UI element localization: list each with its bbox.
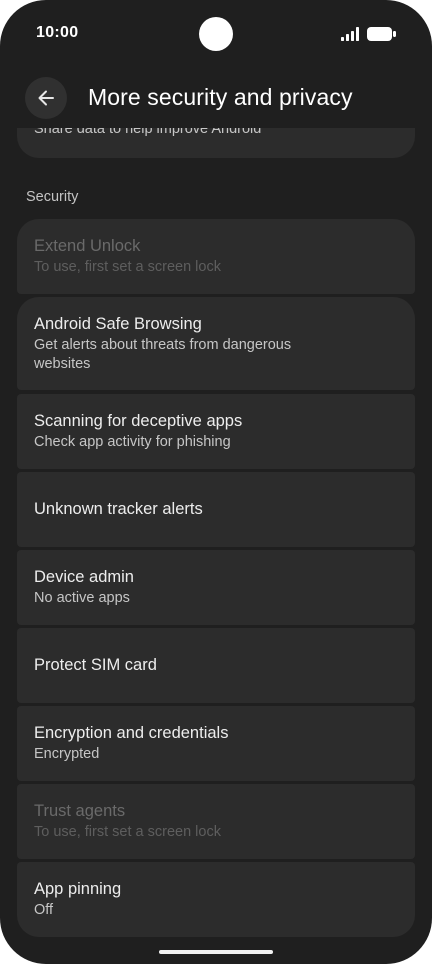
signal-icon [341, 27, 359, 41]
item-summary: No active apps [34, 590, 130, 606]
item-title: Device admin [34, 568, 134, 586]
item-summary: Encrypted [34, 746, 100, 762]
back-button[interactable] [25, 77, 67, 119]
home-indicator[interactable] [159, 950, 273, 954]
item-title: Extend Unlock [34, 237, 141, 255]
item-summary: To use, first set a screen lock [34, 259, 221, 275]
item-summary: Check app activity for phishing [34, 434, 231, 450]
item-title: Protect SIM card [34, 656, 157, 674]
trust-agents-item[interactable]: Trust agents To use, first set a screen … [17, 784, 415, 859]
item-title: Encryption and credentials [34, 724, 229, 742]
phone-screen: 10:00 More security and privacy Share da… [0, 0, 432, 964]
protect-sim-card-item[interactable]: Protect SIM card [17, 628, 415, 703]
status-time: 10:00 [36, 24, 79, 41]
section-header-security: Security [26, 189, 79, 205]
item-title: Unknown tracker alerts [34, 500, 203, 518]
item-summary: To use, first set a screen lock [34, 824, 221, 840]
settings-list[interactable]: Share data to help improve Android Secur… [0, 128, 432, 940]
front-camera-cutout [199, 17, 233, 51]
item-title: Trust agents [34, 802, 126, 820]
page-title: More security and privacy [88, 84, 353, 110]
unknown-tracker-alerts-item[interactable]: Unknown tracker alerts [17, 472, 415, 547]
deceptive-apps-scanning-item[interactable]: Scanning for deceptive apps Check app ac… [17, 394, 415, 469]
share-data-summary: Share data to help improve Android [34, 128, 262, 137]
item-title: App pinning [34, 880, 122, 898]
android-safe-browsing-item[interactable]: Android Safe Browsing Get alerts about t… [17, 297, 415, 390]
encryption-credentials-item[interactable]: Encryption and credentials Encrypted [17, 706, 415, 781]
item-summary: Get alerts about threats from dangerous … [34, 336, 292, 372]
battery-icon [367, 27, 396, 41]
arrow-left-icon [38, 90, 54, 106]
extend-unlock-item[interactable]: Extend Unlock To use, first set a screen… [17, 219, 415, 294]
item-title: Scanning for deceptive apps [34, 412, 243, 430]
share-data-item[interactable]: Share data to help improve Android [17, 128, 415, 158]
item-title: Android Safe Browsing [34, 314, 202, 333]
device-admin-item[interactable]: Device admin No active apps [17, 550, 415, 625]
item-summary: Off [34, 902, 54, 918]
app-pinning-item[interactable]: App pinning Off [17, 862, 415, 937]
status-bar: 10:00 [0, 0, 432, 70]
